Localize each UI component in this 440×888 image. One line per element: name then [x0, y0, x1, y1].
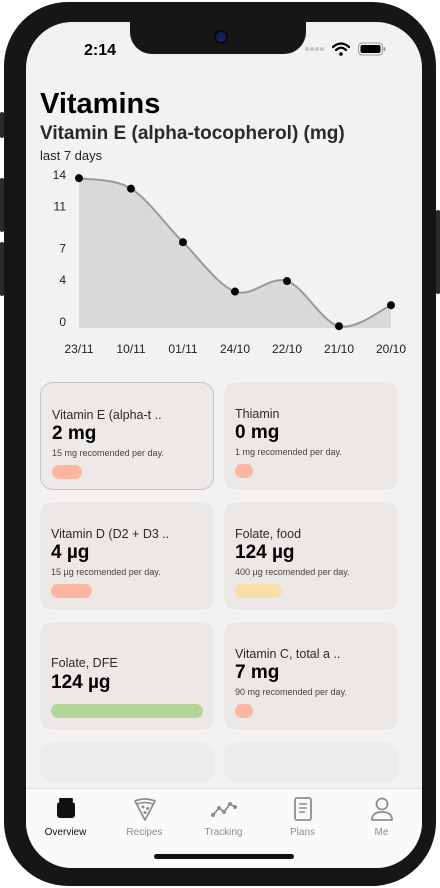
card-recommended: 15 µg recomended per day. — [51, 567, 161, 577]
data-point — [127, 184, 135, 193]
x-tick-label: 23/11 — [64, 342, 93, 356]
tab-label: Plans — [289, 827, 315, 838]
tab-tracking[interactable]: Tracking — [184, 795, 263, 838]
page-title: Vitamins — [40, 88, 161, 120]
card-amount: 124 µg — [51, 672, 111, 693]
notch — [130, 22, 306, 54]
tab-overview[interactable]: Overview — [26, 795, 105, 838]
vitamin-card[interactable]: Thiamin 0 mg 1 mg recomended per day. — [224, 382, 398, 490]
x-tick-label: 10/11 — [116, 342, 145, 356]
partial-card-left — [40, 742, 214, 782]
card-recommended: 1 mg recomended per day. — [235, 447, 342, 457]
y-tick-label: 14 — [53, 168, 67, 182]
card-nutrient-name: Folate, food — [235, 527, 302, 541]
tab-me[interactable]: Me — [342, 795, 421, 838]
card-amount: 124 µg — [235, 542, 295, 563]
card-amount: 4 µg — [51, 542, 90, 563]
data-point — [179, 238, 187, 247]
vitamin-card[interactable]: Vitamin C, total a .. 7 mg 90 mg recomende… — [224, 622, 398, 730]
status-icons — [304, 42, 386, 56]
status-time: 2:14 — [84, 42, 117, 59]
card-nutrient-name: Vitamin D (D2 + D3 .. — [51, 527, 170, 541]
overview-icon — [56, 798, 75, 818]
tab-label: Tracking — [204, 827, 243, 838]
data-point — [283, 277, 291, 286]
progress-pill — [51, 584, 92, 598]
card-nutrient-name: Folate, DFE — [51, 656, 118, 670]
y-tick-label: 0 — [59, 315, 66, 329]
card-nutrient-name: Vitamin C, total a .. — [235, 647, 341, 661]
card-nutrient-name: Thiamin — [235, 407, 280, 421]
progress-pill — [235, 464, 253, 478]
mute-switch — [0, 112, 4, 138]
data-point — [75, 174, 83, 183]
card-recommended: 400 µg recomended per day. — [235, 567, 350, 577]
progress-pill — [51, 704, 203, 718]
chart-subtitle: Vitamin E (alpha-tocopherol) (mg) — [40, 123, 345, 144]
wifi-icon — [332, 42, 350, 56]
partial-card-right — [224, 742, 398, 782]
progress-pill — [235, 704, 253, 718]
tab-plans[interactable]: Plans — [263, 795, 342, 838]
vitamin-card[interactable]: Folate, food 124 µg 400 µg recomended per … — [224, 502, 398, 610]
screen: 2:14 Vitamins Vitamin E (alpha-tocophero… — [26, 22, 422, 868]
card-amount: 7 mg — [235, 662, 280, 683]
x-tick-label: 22/10 — [272, 342, 302, 356]
progress-pill — [235, 584, 282, 598]
card-amount: 0 mg — [235, 422, 280, 443]
tab-label: Me — [374, 827, 389, 838]
volume-down-button — [0, 242, 4, 296]
card-nutrient-name: Vitamin E (alpha-t .. — [52, 408, 162, 422]
data-point — [387, 301, 395, 310]
chart-area — [79, 178, 391, 328]
period-label: last 7 days — [40, 148, 103, 163]
tab-label: Overview — [44, 827, 87, 838]
x-tick-label: 21/10 — [324, 342, 354, 356]
front-camera — [214, 30, 228, 44]
progress-pill — [52, 465, 82, 479]
vitamin-e-chart: 0 4 7 11 14 23/11 10/11 01/11 24/10 22/10 21/10 20/… — [53, 168, 407, 356]
data-point — [231, 287, 239, 296]
tracking-icon — [210, 802, 237, 817]
tab-label: Recipes — [126, 827, 163, 838]
home-indicator — [154, 854, 294, 859]
x-tick-label: 24/10 — [220, 342, 250, 356]
x-tick-label: 01/11 — [168, 342, 197, 356]
vitamin-card[interactable]: Vitamin E (alpha-t .. 2 mg 15 mg recomende… — [40, 382, 214, 490]
phone-frame: 2:14 Vitamins Vitamin E (alpha-tocophero… — [0, 2, 440, 886]
vitamin-card[interactable]: Folate, DFE 124 µg — [40, 622, 214, 730]
card-recommended: 90 mg recomended per day. — [235, 687, 347, 697]
pizza-icon — [133, 798, 156, 821]
battery-icon — [358, 42, 386, 56]
data-point — [335, 322, 343, 331]
card-recommended: 15 mg recomended per day. — [52, 448, 164, 458]
x-tick-label: 20/10 — [376, 342, 406, 356]
tab-recipes[interactable]: Recipes — [105, 795, 184, 838]
vitamin-card[interactable]: Vitamin D (D2 + D3 .. 4 µg 15 µg recomende… — [40, 502, 214, 610]
card-amount: 2 mg — [52, 423, 97, 444]
y-tick-label: 7 — [59, 242, 66, 256]
y-tick-label: 11 — [54, 200, 67, 214]
y-tick-label: 4 — [59, 273, 66, 287]
volume-up-button — [0, 178, 4, 232]
signal-icon — [305, 47, 324, 51]
person-icon — [370, 797, 393, 821]
document-icon — [293, 797, 312, 821]
side-button — [436, 210, 440, 294]
